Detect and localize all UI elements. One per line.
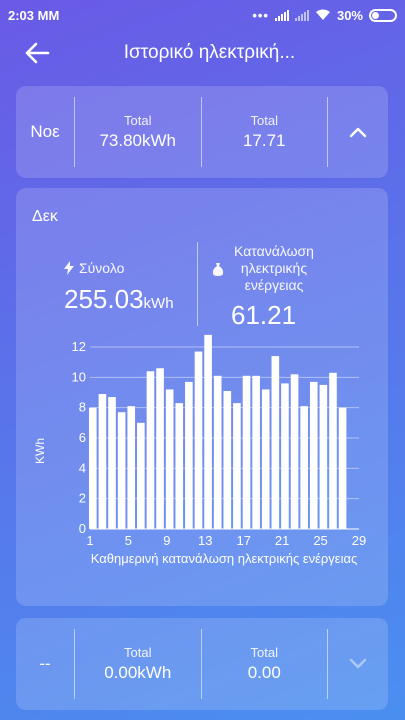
chart-bars [89, 334, 347, 529]
chart-bar [185, 381, 193, 529]
chart-bar [271, 356, 280, 529]
total-cost-label: Total [250, 113, 278, 128]
total-energy-stat: Total 73.80kWh [75, 113, 201, 151]
more-dots-icon: ••• [252, 7, 269, 23]
chart-bar [309, 381, 318, 529]
y-tick-label: 4 [79, 460, 86, 475]
chart-bar [156, 368, 164, 529]
chart-bar [98, 394, 107, 529]
y-tick-label: 10 [72, 369, 86, 384]
chart-bar [146, 371, 155, 529]
chart-bar [89, 407, 97, 529]
chart-bar [290, 374, 299, 529]
consumption-label-row: Κατανάλωση ηλεκτρικής ενέργειας [212, 243, 388, 294]
total-energy-label: Total [124, 113, 152, 128]
total-cost-label: Total [250, 645, 278, 660]
x-tick-label: 25 [313, 533, 327, 548]
chart-bar [338, 407, 347, 529]
chart-bar [252, 375, 260, 529]
wifi-icon [315, 9, 330, 20]
month-label: Νοε [30, 122, 60, 141]
total-cost-stat: Total 0.00 [202, 645, 328, 683]
total-energy-stat: Total 0.00kWh [75, 645, 201, 683]
chart-bar [281, 383, 289, 529]
sum-value: 255.03 [64, 284, 144, 314]
x-tick-label: 13 [198, 533, 212, 548]
y-tick-label: 6 [79, 430, 86, 445]
total-energy-value: 0.00kWh [104, 663, 172, 682]
chart-bar [127, 406, 136, 529]
chart-bar [117, 412, 126, 529]
y-tick-label: 8 [79, 400, 86, 415]
collapse-button[interactable] [328, 97, 388, 167]
chart-bar [300, 406, 308, 529]
y-tick-label: 12 [72, 339, 86, 354]
x-tick-label: 17 [236, 533, 250, 548]
y-axis-label: KWh [33, 438, 47, 464]
month-label: -- [39, 654, 51, 673]
x-tick-label: 1 [86, 533, 93, 548]
total-sum: Σύνολο 255.03kWh [64, 260, 174, 315]
chart-bar [137, 422, 145, 529]
y-tick-label: 0 [79, 521, 86, 536]
x-tick-label: 29 [352, 533, 366, 548]
chevron-up-icon [349, 127, 367, 138]
total-energy-label: Total [124, 645, 152, 660]
chart-bar [175, 403, 184, 529]
total-cost-value: 0.00 [247, 663, 281, 682]
consumption-value: 61.21 [231, 300, 297, 330]
chart-bar [194, 351, 203, 529]
sum-value-row: 255.03kWh [64, 284, 174, 315]
sum-label: Σύνολο [79, 260, 125, 276]
chart-bar [319, 384, 328, 529]
detail-month-label: Δεκ [32, 208, 58, 225]
status-time: 2:03 MM [8, 7, 60, 23]
daily-consumption-chart: 0 2 4 6 8 10 12 1 5 9 13 17 21 25 29 KWh Καθημερινή κα… [33, 334, 366, 566]
lightning-icon [64, 261, 74, 275]
divider [197, 242, 198, 326]
total-cost-stat: Total 17.71 [202, 113, 328, 151]
current-month-card: Δεκ Σύνολο 255.03kWh Κατανάλωση ηλεκτρικ… [16, 188, 388, 606]
consumption-sum: Κατανάλωση ηλεκτρικής ενέργειας 61.21 [212, 243, 388, 331]
sum-unit: kWh [143, 295, 174, 312]
chart-bar [223, 390, 232, 529]
chart-bar [108, 397, 116, 529]
chevron-down-icon [349, 658, 367, 669]
previous-month-card[interactable]: Νοε Total 73.80kWh Total 17.71 [16, 86, 388, 178]
x-axis-label: Καθημερινή κατανάλωση ηλεκτρικής ενέργει… [91, 551, 358, 566]
chart-bar [165, 389, 174, 529]
status-bar: 2:03 MM ••• 30% [0, 0, 405, 30]
signal-icon [274, 9, 289, 21]
battery-icon [369, 8, 397, 22]
chart-bar [261, 389, 270, 529]
x-tick-label: 21 [275, 533, 289, 548]
status-icons: ••• 30% [252, 8, 397, 23]
x-tick-label: 9 [163, 533, 170, 548]
app-bar: Ιστορικό ηλεκτρική... [0, 30, 405, 76]
x-tick-label: 5 [125, 533, 132, 548]
battery-percent: 30% [336, 7, 363, 23]
total-cost-value: 17.71 [242, 131, 286, 150]
chart-bar [329, 372, 337, 529]
sum-label-row: Σύνολο [64, 260, 174, 276]
signal-2-icon [294, 9, 309, 21]
chart-bar [242, 375, 251, 529]
money-bag-icon [212, 263, 224, 276]
chart-bar [233, 403, 241, 529]
consumption-label: Κατανάλωση ηλεκτρικής ενέργειας [234, 243, 314, 293]
chart-bar [204, 334, 212, 529]
next-month-card[interactable]: -- Total 0.00kWh Total 0.00 [16, 618, 388, 710]
chart-bar [213, 375, 222, 529]
page-title: Ιστορικό ηλεκτρική... [123, 42, 296, 63]
expand-button[interactable] [328, 629, 388, 699]
total-energy-value: 73.80kWh [99, 131, 177, 150]
y-tick-label: 2 [79, 491, 86, 506]
